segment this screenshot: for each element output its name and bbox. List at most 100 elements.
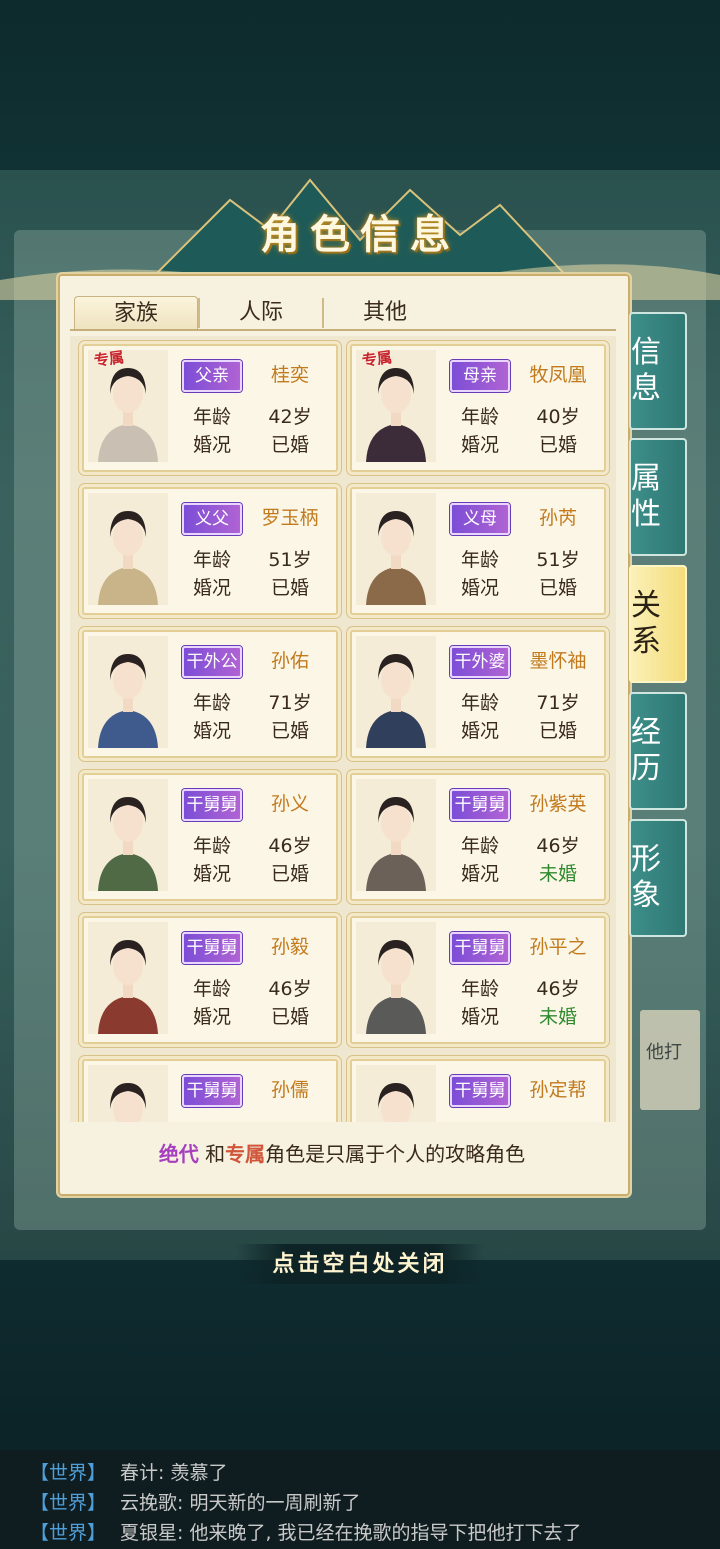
side-tab-history[interactable]: 经历: [629, 692, 687, 810]
character-portrait: [356, 1065, 436, 1122]
age-label: 年龄: [192, 406, 231, 428]
marital-label: 婚况: [192, 863, 231, 885]
age-value: 46岁: [244, 1117, 336, 1122]
relative-card[interactable]: 专属父亲 桂奕年龄 42岁婚况 已婚: [82, 344, 338, 472]
age-label: 年龄: [460, 692, 499, 714]
world-chat[interactable]: 【世界】 春计: 羡慕了 【世界】 云挽歌: 明天新的一周刷新了 【世界】 夏银星: …: [0, 1450, 720, 1549]
relation-badge: 干外婆: [450, 646, 510, 678]
close-hint[interactable]: 点击空白处关闭: [236, 1244, 484, 1284]
age-value: 51岁: [536, 549, 580, 571]
relative-card[interactable]: 干舅舅 孙义年龄 46岁婚况 已婚: [82, 773, 338, 901]
tab-family[interactable]: 家族: [74, 296, 198, 329]
character-portrait: [356, 779, 436, 891]
age-label: 年龄: [192, 692, 231, 714]
character-name: 孙义: [270, 793, 309, 815]
character-name: 孙紫英: [529, 793, 587, 815]
relative-card[interactable]: 义父 罗玉柄 年龄 51岁 婚况 已婚: [82, 487, 338, 615]
marital-value: 已婚: [538, 577, 577, 599]
character-portrait: [88, 922, 168, 1034]
age-label: 年龄: [460, 549, 499, 571]
character-name: 孙佑: [270, 650, 309, 672]
character-name: 墨怀袖: [529, 650, 587, 672]
relative-card[interactable]: 干舅舅孙定帮年龄51岁婚况已婚: [350, 1059, 606, 1122]
age-value: 46岁: [536, 978, 580, 1000]
age-label: 年龄: [192, 978, 231, 1000]
age-value: 71岁: [268, 692, 312, 714]
marital-label: 婚况: [460, 863, 499, 885]
age-label: 年龄: [460, 835, 499, 857]
marital-value: 已婚: [538, 720, 577, 742]
relation-badge: 干舅舅: [182, 1075, 242, 1107]
character-name: 孙平之: [529, 936, 587, 958]
tab-other[interactable]: 其他: [324, 296, 446, 328]
marital-label: 婚况: [192, 720, 231, 742]
chat-line: 【世界】 春计: 羡慕了: [30, 1462, 228, 1484]
marital-label: 婚况: [460, 720, 499, 742]
relation-badge: 干舅舅: [450, 932, 510, 964]
relative-card[interactable]: 干舅舅 孙紫英 年龄 46岁 婚况 未婚: [350, 773, 606, 901]
age-label: 年龄: [192, 549, 231, 571]
age-label: 年龄: [182, 1117, 242, 1122]
character-name: 牧凤凰: [529, 364, 587, 386]
age-label: 年龄: [192, 835, 231, 857]
character-portrait: [356, 636, 436, 748]
age-value: 46岁: [268, 978, 312, 1000]
chat-line: 【世界】 夏银星: 他来晚了, 我已经在挽歌的指导下把他打下去了: [30, 1522, 582, 1544]
exclusive-badge: 专属: [92, 347, 126, 370]
relation-badge: 义母: [450, 503, 510, 535]
background-button: 他打: [640, 1010, 700, 1110]
age-value: 71岁: [536, 692, 580, 714]
side-tab-attributes[interactable]: 属性: [629, 438, 687, 556]
age-value: 46岁: [268, 835, 312, 857]
marital-value: 未婚: [538, 1006, 577, 1028]
relative-card[interactable]: 干外婆 墨怀袖年龄 71岁婚况 已婚: [350, 630, 606, 758]
relative-card[interactable]: 干舅舅 孙平之年龄 46岁婚况 未婚: [350, 916, 606, 1044]
marital-value: 已婚: [538, 434, 577, 456]
relative-card[interactable]: 干外公 孙佑 年龄 71岁 婚况 已婚: [82, 630, 338, 758]
footer-note: 绝代 和专属角色是只属于个人的攻略角色: [56, 1138, 628, 1167]
character-portrait: [88, 1065, 168, 1122]
age-label: 年龄: [460, 406, 499, 428]
side-tab-appearance[interactable]: 形象: [629, 819, 687, 937]
relation-badge: 干舅舅: [182, 789, 242, 821]
relation-badge: 母亲: [450, 360, 510, 392]
marital-value: 已婚: [270, 863, 309, 885]
footer-and: 和: [205, 1142, 226, 1166]
character-name: 孙儒: [270, 1079, 309, 1101]
character-portrait: [356, 922, 436, 1034]
footer-keyword-exclusive: 专属: [225, 1142, 266, 1166]
age-value: 42岁: [268, 406, 312, 428]
marital-label: 婚况: [192, 577, 231, 599]
age-label: 年龄: [460, 978, 499, 1000]
marital-label: 婚况: [192, 1006, 231, 1028]
relation-badge: 父亲: [182, 360, 242, 392]
relation-badge: 义父: [182, 503, 242, 535]
relative-card[interactable]: 干舅舅 孙毅 年龄 46岁 婚况 已婚: [82, 916, 338, 1044]
relatives-list[interactable]: 专属 父亲 桂奕 年龄 42岁 婚况 已婚 专属 母亲 牧凤凰 年龄 40岁 婚况 已婚 义父 罗玉柄 年龄 51…: [70, 336, 616, 1122]
relation-badge: 干外公: [182, 646, 242, 678]
character-name: 孙芮: [538, 507, 577, 529]
tab-underline: [70, 329, 616, 331]
side-tab-info[interactable]: 信息: [629, 312, 687, 430]
relative-card[interactable]: 专属 母亲 牧凤凰 年龄 40岁 婚况 已婚: [350, 344, 606, 472]
tab-social[interactable]: 人际: [200, 296, 322, 328]
marital-label: 婚况: [192, 434, 231, 456]
character-portrait: [356, 493, 436, 605]
exclusive-badge: 专属: [360, 347, 394, 370]
character-name: 孙定帮: [529, 1079, 587, 1101]
character-portrait: [88, 779, 168, 891]
relative-card[interactable]: 干舅舅孙儒年龄46岁婚况已婚: [82, 1059, 338, 1122]
character-name: 孙毅: [270, 936, 309, 958]
dialog-title: 角色信息: [260, 211, 460, 258]
age-value: 51岁: [512, 1117, 604, 1122]
marital-label: 婚况: [460, 577, 499, 599]
relative-card[interactable]: 义母 孙芮年龄 51岁婚况 已婚: [350, 487, 606, 615]
character-portrait: [88, 636, 168, 748]
side-tab-relations[interactable]: 关系: [629, 565, 687, 683]
character-portrait: [88, 493, 168, 605]
marital-label: 婚况: [460, 1006, 499, 1028]
marital-value: 已婚: [270, 434, 309, 456]
marital-value: 未婚: [538, 863, 577, 885]
chat-line: 【世界】 云挽歌: 明天新的一周刷新了: [30, 1492, 361, 1514]
character-name: 桂奕: [270, 364, 309, 386]
